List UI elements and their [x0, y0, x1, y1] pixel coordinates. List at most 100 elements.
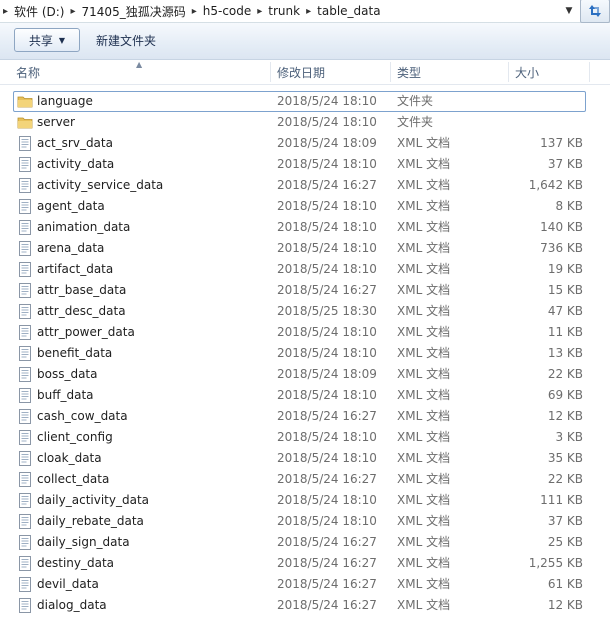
xml-file-icon — [19, 136, 31, 151]
file-date: 2018/5/24 18:09 — [277, 136, 377, 150]
file-list: language 2018/5/24 18:10 文件夹 server 2018/5/2… — [0, 91, 610, 616]
file-row[interactable]: dialog_data 2018/5/24 16:27 XML 文档 12 KB — [0, 595, 610, 616]
column-name-label: 名称 — [16, 65, 41, 80]
file-type: XML 文档 — [397, 220, 451, 234]
breadcrumb-item[interactable]: trunk — [265, 4, 303, 18]
file-date: 2018/5/24 16:27 — [277, 283, 377, 297]
folder-icon — [17, 117, 33, 129]
address-dropdown[interactable]: ▼ — [560, 0, 578, 22]
chevron-right-icon[interactable]: ▸ — [68, 6, 79, 17]
file-row[interactable]: benefit_data 2018/5/24 18:10 XML 文档 13 KB — [0, 343, 610, 364]
column-size[interactable]: 大小 — [509, 60, 589, 84]
file-row[interactable]: attr_base_data 2018/5/24 16:27 XML 文档 15 KB — [0, 280, 610, 301]
file-name: agent_data — [37, 199, 105, 213]
file-name: arena_data — [37, 241, 105, 255]
column-header: ▲ 名称 修改日期 类型 大小 — [0, 60, 610, 85]
file-type: XML 文档 — [397, 472, 451, 486]
file-row[interactable]: collect_data 2018/5/24 16:27 XML 文档 22 KB — [0, 469, 610, 490]
file-row[interactable]: buff_data 2018/5/24 18:10 XML 文档 69 KB — [0, 385, 610, 406]
breadcrumb-item[interactable]: table_data — [314, 4, 383, 18]
file-name: attr_desc_data — [37, 304, 126, 318]
file-name: act_srv_data — [37, 136, 113, 150]
breadcrumb-item[interactable]: 软件 (D:) — [11, 3, 67, 20]
chevron-right-icon[interactable]: ▸ — [254, 6, 265, 17]
file-name: devil_data — [37, 577, 99, 591]
file-date: 2018/5/24 18:09 — [277, 367, 377, 381]
file-name: attr_power_data — [37, 325, 135, 339]
file-type: XML 文档 — [397, 514, 451, 528]
file-size: 140 KB — [540, 220, 583, 234]
column-divider[interactable] — [589, 62, 590, 82]
share-button[interactable]: 共享 ▼ — [14, 28, 80, 52]
file-row[interactable]: arena_data 2018/5/24 18:10 XML 文档 736 KB — [0, 238, 610, 259]
share-label: 共享 — [28, 33, 53, 48]
file-size: 111 KB — [540, 493, 583, 507]
file-date: 2018/5/24 16:27 — [277, 535, 377, 549]
chevron-right-icon[interactable]: ▸ — [0, 6, 11, 17]
file-row[interactable]: activity_service_data 2018/5/24 16:27 XML … — [0, 175, 610, 196]
file-date: 2018/5/24 18:10 — [277, 451, 377, 465]
column-date[interactable]: 修改日期 — [271, 60, 390, 84]
file-size: 15 KB — [547, 283, 583, 297]
file-size: 35 KB — [547, 451, 583, 465]
xml-file-icon — [19, 220, 31, 235]
file-size: 37 KB — [547, 157, 583, 171]
file-row[interactable]: animation_data 2018/5/24 18:10 XML 文档 140 K… — [0, 217, 610, 238]
new-folder-button[interactable]: 新建文件夹 — [90, 28, 162, 52]
file-row[interactable]: attr_desc_data 2018/5/25 18:30 XML 文档 47 KB — [0, 301, 610, 322]
file-row[interactable]: daily_rebate_data 2018/5/24 18:10 XML 文档 37… — [0, 511, 610, 532]
chevron-right-icon[interactable]: ▸ — [189, 6, 200, 17]
column-type[interactable]: 类型 — [391, 60, 508, 84]
file-row[interactable]: daily_activity_data 2018/5/24 18:10 XML 文档… — [0, 490, 610, 511]
file-row[interactable]: destiny_data 2018/5/24 16:27 XML 文档 1,255 K… — [0, 553, 610, 574]
file-name: server — [37, 115, 75, 129]
column-name[interactable]: 名称 — [10, 60, 270, 84]
file-row[interactable]: client_config 2018/5/24 18:10 XML 文档 3 KB — [0, 427, 610, 448]
chevron-right-icon[interactable]: ▸ — [303, 6, 314, 17]
folder-icon — [17, 96, 33, 108]
breadcrumb[interactable]: ▸ 软件 (D:) ▸ 71405_独孤决源码 ▸ h5-code ▸ trunk ▸ table… — [0, 0, 570, 22]
file-row[interactable]: cloak_data 2018/5/24 18:10 XML 文档 35 KB — [0, 448, 610, 469]
breadcrumb-item[interactable]: h5-code — [200, 4, 255, 18]
file-row[interactable]: language 2018/5/24 18:10 文件夹 — [0, 91, 610, 112]
file-row[interactable]: act_srv_data 2018/5/24 18:09 XML 文档 137 KB — [0, 133, 610, 154]
file-size: 11 KB — [547, 325, 583, 339]
file-date: 2018/5/24 18:10 — [277, 241, 377, 255]
file-name: daily_rebate_data — [37, 514, 144, 528]
file-row[interactable]: cash_cow_data 2018/5/24 16:27 XML 文档 12 KB — [0, 406, 610, 427]
file-size: 61 KB — [547, 577, 583, 591]
file-name: attr_base_data — [37, 283, 127, 297]
file-date: 2018/5/24 18:10 — [277, 514, 377, 528]
file-size: 12 KB — [547, 409, 583, 423]
file-type: XML 文档 — [397, 598, 451, 612]
chevron-down-icon: ▼ — [58, 35, 66, 45]
file-date: 2018/5/24 18:10 — [277, 325, 377, 339]
xml-file-icon — [19, 514, 31, 529]
file-row[interactable]: devil_data 2018/5/24 16:27 XML 文档 61 KB — [0, 574, 610, 595]
file-name: buff_data — [37, 388, 94, 402]
refresh-button[interactable] — [580, 0, 610, 23]
file-name: benefit_data — [37, 346, 113, 360]
file-date: 2018/5/24 18:10 — [277, 493, 377, 507]
file-row[interactable]: boss_data 2018/5/24 18:09 XML 文档 22 KB — [0, 364, 610, 385]
column-type-label: 类型 — [397, 65, 422, 80]
file-row[interactable]: activity_data 2018/5/24 18:10 XML 文档 37 KB — [0, 154, 610, 175]
file-row[interactable]: artifact_data 2018/5/24 18:10 XML 文档 19 KB — [0, 259, 610, 280]
file-row[interactable]: server 2018/5/24 18:10 文件夹 — [0, 112, 610, 133]
file-type: XML 文档 — [397, 178, 451, 192]
file-name: activity_service_data — [37, 178, 164, 192]
file-row[interactable]: daily_sign_data 2018/5/24 16:27 XML 文档 25 K… — [0, 532, 610, 553]
file-row[interactable]: agent_data 2018/5/24 18:10 XML 文档 8 KB — [0, 196, 610, 217]
file-size: 22 KB — [547, 472, 583, 486]
file-row[interactable]: attr_power_data 2018/5/24 18:10 XML 文档 11 K… — [0, 322, 610, 343]
file-size: 13 KB — [547, 346, 583, 360]
xml-file-icon — [19, 430, 31, 445]
file-size: 37 KB — [547, 514, 583, 528]
breadcrumb-item[interactable]: 71405_独孤决源码 — [79, 3, 189, 20]
address-bar[interactable]: ▸ 软件 (D:) ▸ 71405_独孤决源码 ▸ h5-code ▸ trunk ▸ table… — [0, 0, 610, 23]
file-name: daily_activity_data — [37, 493, 150, 507]
xml-file-icon — [19, 157, 31, 172]
file-size — [500, 91, 583, 112]
file-date: 2018/5/24 16:27 — [277, 472, 377, 486]
file-size: 137 KB — [540, 136, 583, 150]
